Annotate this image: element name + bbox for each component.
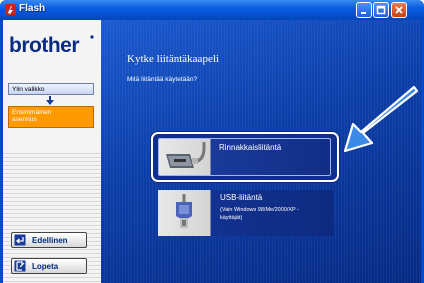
sidebar: brother Ylin valikko Ensimmäinen asennus… (3, 20, 101, 283)
nav-current-label-line1: Ensimmäinen (12, 109, 52, 116)
minimize-icon (361, 12, 366, 14)
down-arrow-icon (46, 96, 54, 105)
page-title: Kytke liitäntäkaapeli (127, 53, 219, 65)
close-icon (395, 6, 403, 14)
option-usb-sublabel-line1: (Vain Windows 98/Me/2000/XP - (220, 207, 299, 213)
option-usb-sublabel-line2: käyttäjät) (220, 215, 243, 221)
nav-current-step[interactable]: Ensimmäinen asennus (8, 106, 94, 128)
back-arrow-icon (14, 234, 26, 246)
option-parallel-panel: Rinnakkaisliitäntä (158, 138, 331, 176)
usb-cable-icon (176, 194, 192, 228)
window-title: Flash (19, 3, 46, 14)
option-usb-interface[interactable]: USB-liitäntä (Vain Windows 98/Me/2000/XP… (158, 190, 333, 236)
nav-current-label-line2: asennus (12, 116, 37, 123)
option-parallel-interface[interactable]: Rinnakkaisliitäntä (151, 132, 339, 182)
brother-logo: brother (9, 34, 80, 57)
close-button[interactable] (391, 2, 407, 18)
flash-app-icon (5, 4, 16, 15)
pointer-arrow-icon (343, 85, 419, 153)
logo-dot (90, 35, 94, 39)
maximize-button[interactable] (373, 2, 389, 18)
title-bar[interactable]: Flash (0, 0, 424, 20)
exit-button-label: Lopeta (32, 262, 59, 271)
minimize-button[interactable] (356, 2, 372, 18)
back-button-label: Edellinen (32, 236, 68, 245)
page-subtitle: Mitä liitäntää käytetään? (127, 76, 198, 83)
option-usb-label: USB-liitäntä (220, 193, 263, 202)
parallel-cable-icon (166, 142, 206, 168)
option-parallel-label: Rinnakkaisliitäntä (219, 143, 282, 152)
application-window: Flash brother Ylin valikko Ensimmäinen a… (0, 0, 424, 283)
nav-top-menu[interactable]: Ylin valikko (8, 83, 94, 95)
main-panel: Kytke liitäntäkaapeli Mitä liitäntää käy… (101, 20, 421, 283)
exit-door-icon (14, 260, 26, 272)
maximize-icon (376, 5, 386, 15)
back-button[interactable]: Edellinen (11, 232, 87, 248)
exit-button[interactable]: Lopeta (11, 258, 87, 274)
